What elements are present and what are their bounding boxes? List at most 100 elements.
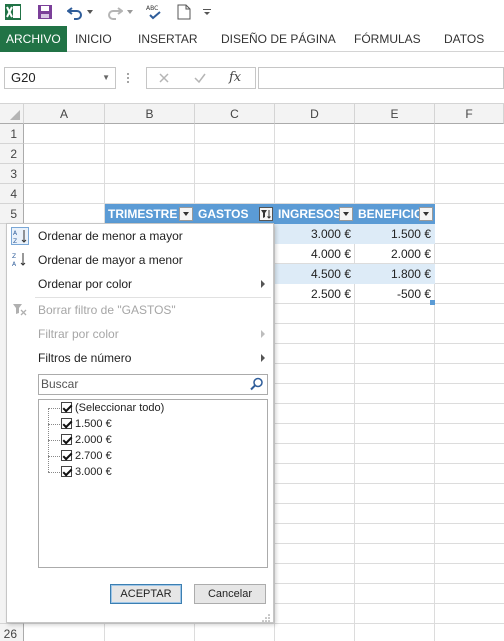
search-placeholder: Buscar [41, 377, 79, 391]
checkbox[interactable] [61, 434, 72, 445]
filter-dropdown-button[interactable] [339, 207, 353, 221]
undo-dropdown-icon[interactable] [86, 3, 94, 21]
tree-line [48, 424, 60, 425]
tab-inicio[interactable]: INICIO [75, 26, 112, 52]
filter-dropdown-button[interactable] [419, 207, 433, 221]
formula-input[interactable] [258, 67, 504, 89]
column-header-b[interactable]: B [105, 104, 195, 124]
filter-dropdown-button[interactable] [179, 207, 193, 221]
list-item-select-all[interactable]: (Seleccionar todo) [61, 400, 164, 416]
row-header-4[interactable]: 4 [0, 184, 24, 204]
menu-item-sort-descending[interactable]: ZA Ordenar de mayor a menor [7, 248, 273, 272]
cancel-button[interactable]: Cancelar [194, 584, 266, 604]
submenu-arrow-icon [261, 330, 265, 338]
table-cell[interactable]: 4.000 € [275, 244, 355, 264]
table-cell[interactable]: -500 € [355, 284, 435, 304]
list-item[interactable]: 2.700 € [61, 448, 112, 464]
table-cell[interactable]: 1.500 € [355, 224, 435, 244]
column-header-d[interactable]: D [275, 104, 355, 124]
search-icon[interactable] [250, 377, 264, 391]
menu-item-label: Ordenar de mayor a menor [38, 253, 183, 267]
chevron-down-icon[interactable]: ▼ [102, 68, 110, 88]
menu-item-label: Ordenar de menor a mayor [38, 229, 183, 243]
cancel-icon[interactable] [157, 71, 171, 85]
table-cell[interactable]: 4.500 € [275, 264, 355, 284]
table-resize-handle[interactable] [430, 300, 435, 305]
save-icon[interactable] [36, 3, 54, 21]
menu-item-filter-by-color: Filtrar por color [7, 322, 273, 346]
excel-logo-icon [4, 3, 22, 21]
tab-archivo[interactable]: ARCHIVO [0, 26, 67, 52]
menu-item-sort-ascending[interactable]: AZ Ordenar de menor a mayor [7, 224, 273, 248]
menu-item-label: Filtros de número [38, 351, 132, 365]
name-box[interactable]: G20 ▼ [4, 67, 116, 89]
row-header-2[interactable]: 2 [0, 144, 24, 164]
submenu-arrow-icon [261, 280, 265, 288]
gridline [24, 623, 504, 624]
autofilter-menu: AZ Ordenar de menor a mayor ZA Ordenar d… [6, 223, 274, 623]
new-document-icon[interactable] [176, 3, 192, 21]
list-item[interactable]: 2.000 € [61, 432, 112, 448]
menu-item-number-filters[interactable]: Filtros de número [7, 346, 273, 370]
table-cell[interactable]: 1.800 € [355, 264, 435, 284]
tab-formulas[interactable]: FÓRMULAS [354, 26, 421, 52]
table-header-beneficio: BENEFICIO [355, 204, 435, 224]
gridline [24, 143, 504, 144]
checkbox[interactable] [61, 466, 72, 477]
tree-line [48, 456, 60, 457]
list-item[interactable]: 3.000 € [61, 464, 112, 480]
redo-icon[interactable] [106, 3, 124, 21]
list-item-label: (Seleccionar todo) [75, 402, 165, 414]
row-header-3[interactable]: 3 [0, 164, 24, 184]
ribbon-tabs: ARCHIVO INICIO INSERTAR DISEÑO DE PÁGINA… [0, 26, 504, 52]
table-cell[interactable]: 2.000 € [355, 244, 435, 264]
menu-item-sort-by-color[interactable]: Ordenar por color [7, 272, 273, 296]
ok-button[interactable]: ACEPTAR [110, 584, 182, 604]
tree-line [48, 472, 60, 473]
undo-icon[interactable] [66, 3, 84, 21]
enter-icon[interactable] [193, 71, 207, 85]
redo-dropdown-icon[interactable] [126, 3, 134, 21]
tab-insertar[interactable]: INSERTAR [138, 26, 198, 52]
row-header-26[interactable]: 26 [0, 623, 24, 641]
submenu-arrow-icon [261, 354, 265, 362]
row-header-1[interactable]: 1 [0, 124, 24, 144]
customize-toolbar-icon[interactable] [202, 3, 212, 21]
checkbox[interactable] [61, 418, 72, 429]
checkbox[interactable] [61, 450, 72, 461]
list-item[interactable]: 1.500 € [61, 416, 112, 432]
filter-active-button[interactable] [259, 207, 273, 221]
checkbox[interactable] [61, 402, 72, 413]
table-cell[interactable]: 2.500 € [275, 284, 355, 304]
column-header-c[interactable]: C [195, 104, 275, 124]
sort-descending-icon: ZA [11, 251, 29, 269]
table-header-ingresos: INGRESOS [275, 204, 355, 224]
table-cell[interactable]: 3.000 € [275, 224, 355, 244]
select-all-corner[interactable] [0, 104, 24, 124]
column-header-a[interactable]: A [24, 104, 105, 124]
name-box-value: G20 [11, 70, 36, 85]
insert-function-icon[interactable]: fx [229, 70, 241, 85]
search-input[interactable]: Buscar [38, 374, 268, 395]
quick-access-toolbar: ABC [0, 0, 504, 26]
menu-item-label: Filtrar por color [38, 327, 119, 341]
table-header-gastos: GASTOS [195, 204, 275, 224]
menu-item-clear-filter: Borrar filtro de "GASTOS" [7, 298, 273, 322]
filter-funnel-icon [261, 210, 271, 219]
header-label: INGRESOS [278, 207, 342, 221]
tree-line [48, 440, 60, 441]
column-header-f[interactable]: F [435, 104, 504, 124]
row-header-5[interactable]: 5 [0, 204, 24, 224]
svg-text:Z: Z [12, 253, 16, 260]
spelling-icon[interactable]: ABC [146, 3, 164, 21]
menu-item-label: Borrar filtro de "GASTOS" [38, 303, 176, 317]
resize-grip-icon[interactable] [262, 611, 270, 622]
sort-ascending-icon: AZ [11, 227, 29, 245]
tab-diseno-de-pagina[interactable]: DISEÑO DE PÁGINA [221, 26, 336, 52]
tab-datos[interactable]: DATOS [444, 26, 484, 52]
clear-filter-icon [11, 301, 29, 319]
formula-buttons: fx [146, 67, 256, 89]
svg-text:ABC: ABC [146, 5, 158, 12]
splitter-dots-icon[interactable] [126, 71, 130, 85]
column-header-e[interactable]: E [355, 104, 435, 124]
